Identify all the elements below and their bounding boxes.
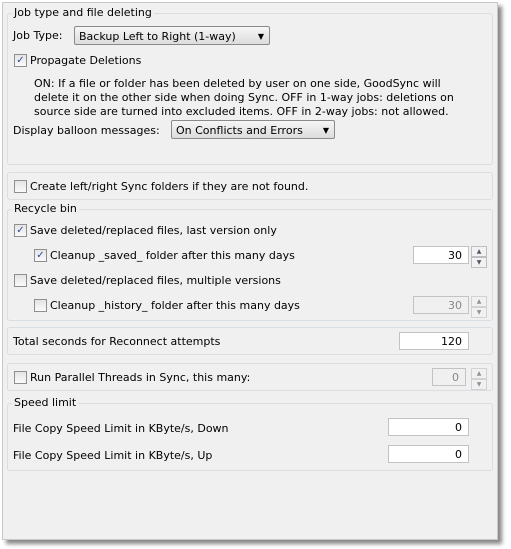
create-folders-group: Create left/right Sync folders if they a… (7, 172, 493, 200)
spin-up-icon[interactable]: ▲ (471, 368, 487, 379)
job-type-label: Job Type: (13, 29, 63, 42)
cleanup-history-label: Cleanup _history_ folder after this many… (50, 299, 300, 312)
balloon-value: On Conflicts and Errors (176, 124, 303, 137)
save-last-version-label: Save deleted/replaced files, last versio… (30, 224, 277, 237)
job-type-value: Backup Left to Right (1-way) (79, 30, 236, 43)
parallel-threads-checkbox[interactable] (14, 371, 27, 384)
create-folders-checkbox[interactable] (14, 180, 27, 193)
save-multiple-versions-checkbox[interactable] (14, 274, 27, 287)
recycle-bin-group: Recycle bin ✓ Save deleted/replaced file… (7, 202, 493, 321)
balloon-label: Display balloon messages: (13, 124, 160, 137)
cleanup-history-days-input[interactable]: 30 (413, 296, 469, 314)
spin-up-icon[interactable]: ▲ (471, 296, 487, 307)
description-line: ON: If a file or folder has been deleted… (34, 77, 441, 90)
cleanup-history-spinner[interactable]: ▲ ▼ (471, 296, 487, 318)
group-legend: Job type and file deleting (12, 6, 154, 19)
spin-up-icon[interactable]: ▲ (471, 246, 487, 257)
reconnect-group: Total seconds for Reconnect attempts 120 (7, 327, 493, 355)
speed-up-label: File Copy Speed Limit in KByte/s, Up (13, 449, 213, 462)
reconnect-label: Total seconds for Reconnect attempts (13, 335, 221, 348)
speed-down-input[interactable]: 0 (388, 418, 469, 436)
speed-up-input[interactable]: 0 (388, 445, 469, 463)
cleanup-saved-spinner[interactable]: ▲ ▼ (471, 246, 487, 268)
chevron-down-icon: ▼ (322, 126, 329, 135)
propagate-description: ON: If a file or folder has been deleted… (34, 77, 454, 119)
spin-down-icon[interactable]: ▼ (471, 379, 487, 390)
spin-down-icon[interactable]: ▼ (471, 307, 487, 318)
reconnect-seconds-input[interactable]: 120 (399, 332, 469, 350)
parallel-threads-spinner[interactable]: ▲ ▼ (471, 368, 487, 390)
chevron-down-icon: ▼ (257, 32, 264, 41)
save-multiple-versions-label: Save deleted/replaced files, multiple ve… (30, 274, 281, 287)
save-last-version-checkbox[interactable]: ✓ (14, 224, 27, 237)
group-legend: Speed limit (12, 396, 79, 409)
spin-down-icon[interactable]: ▼ (471, 257, 487, 268)
cleanup-history-checkbox[interactable] (34, 299, 47, 312)
job-type-group: Job type and file deleting Job Type: Bac… (7, 6, 493, 165)
description-line: source side are turned into excluded ite… (34, 105, 449, 118)
cleanup-saved-days-input[interactable]: 30 (413, 246, 469, 264)
balloon-dropdown[interactable]: On Conflicts and Errors ▼ (171, 120, 335, 139)
options-panel: Job type and file deleting Job Type: Bac… (2, 2, 498, 540)
description-line: delete it on the other side when doing S… (34, 91, 454, 104)
cleanup-saved-label: Cleanup _saved_ folder after this many d… (50, 249, 295, 262)
group-legend: Recycle bin (12, 202, 79, 215)
create-folders-label: Create left/right Sync folders if they a… (30, 180, 309, 193)
parallel-threads-input[interactable]: 0 (432, 368, 466, 386)
speed-down-label: File Copy Speed Limit in KByte/s, Down (13, 422, 229, 435)
propagate-deletions-checkbox[interactable]: ✓ (14, 54, 27, 67)
cleanup-saved-checkbox[interactable]: ✓ (34, 249, 47, 262)
parallel-threads-group: Run Parallel Threads in Sync, this many:… (7, 363, 493, 391)
propagate-deletions-label: Propagate Deletions (30, 54, 142, 67)
job-type-dropdown[interactable]: Backup Left to Right (1-way) ▼ (74, 26, 270, 45)
speed-limit-group: Speed limit File Copy Speed Limit in KBy… (7, 396, 493, 471)
parallel-threads-label: Run Parallel Threads in Sync, this many: (30, 371, 251, 384)
